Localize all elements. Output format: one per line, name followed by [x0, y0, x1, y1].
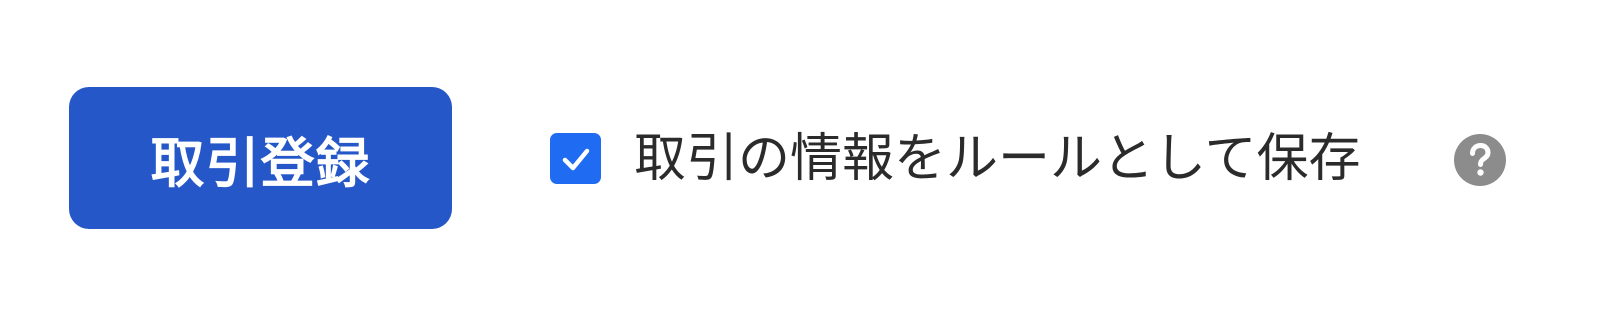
question-circle-icon[interactable]	[1454, 134, 1506, 186]
checkmark-icon	[562, 148, 589, 170]
save-as-rule-checkbox[interactable]	[550, 133, 601, 184]
transaction-form-footer: 取引登録 取引の情報をルールとして保存	[0, 0, 1600, 318]
save-as-rule-label[interactable]: 取引の情報をルールとして保存	[634, 124, 1360, 194]
register-transaction-button[interactable]: 取引登録	[69, 87, 452, 229]
